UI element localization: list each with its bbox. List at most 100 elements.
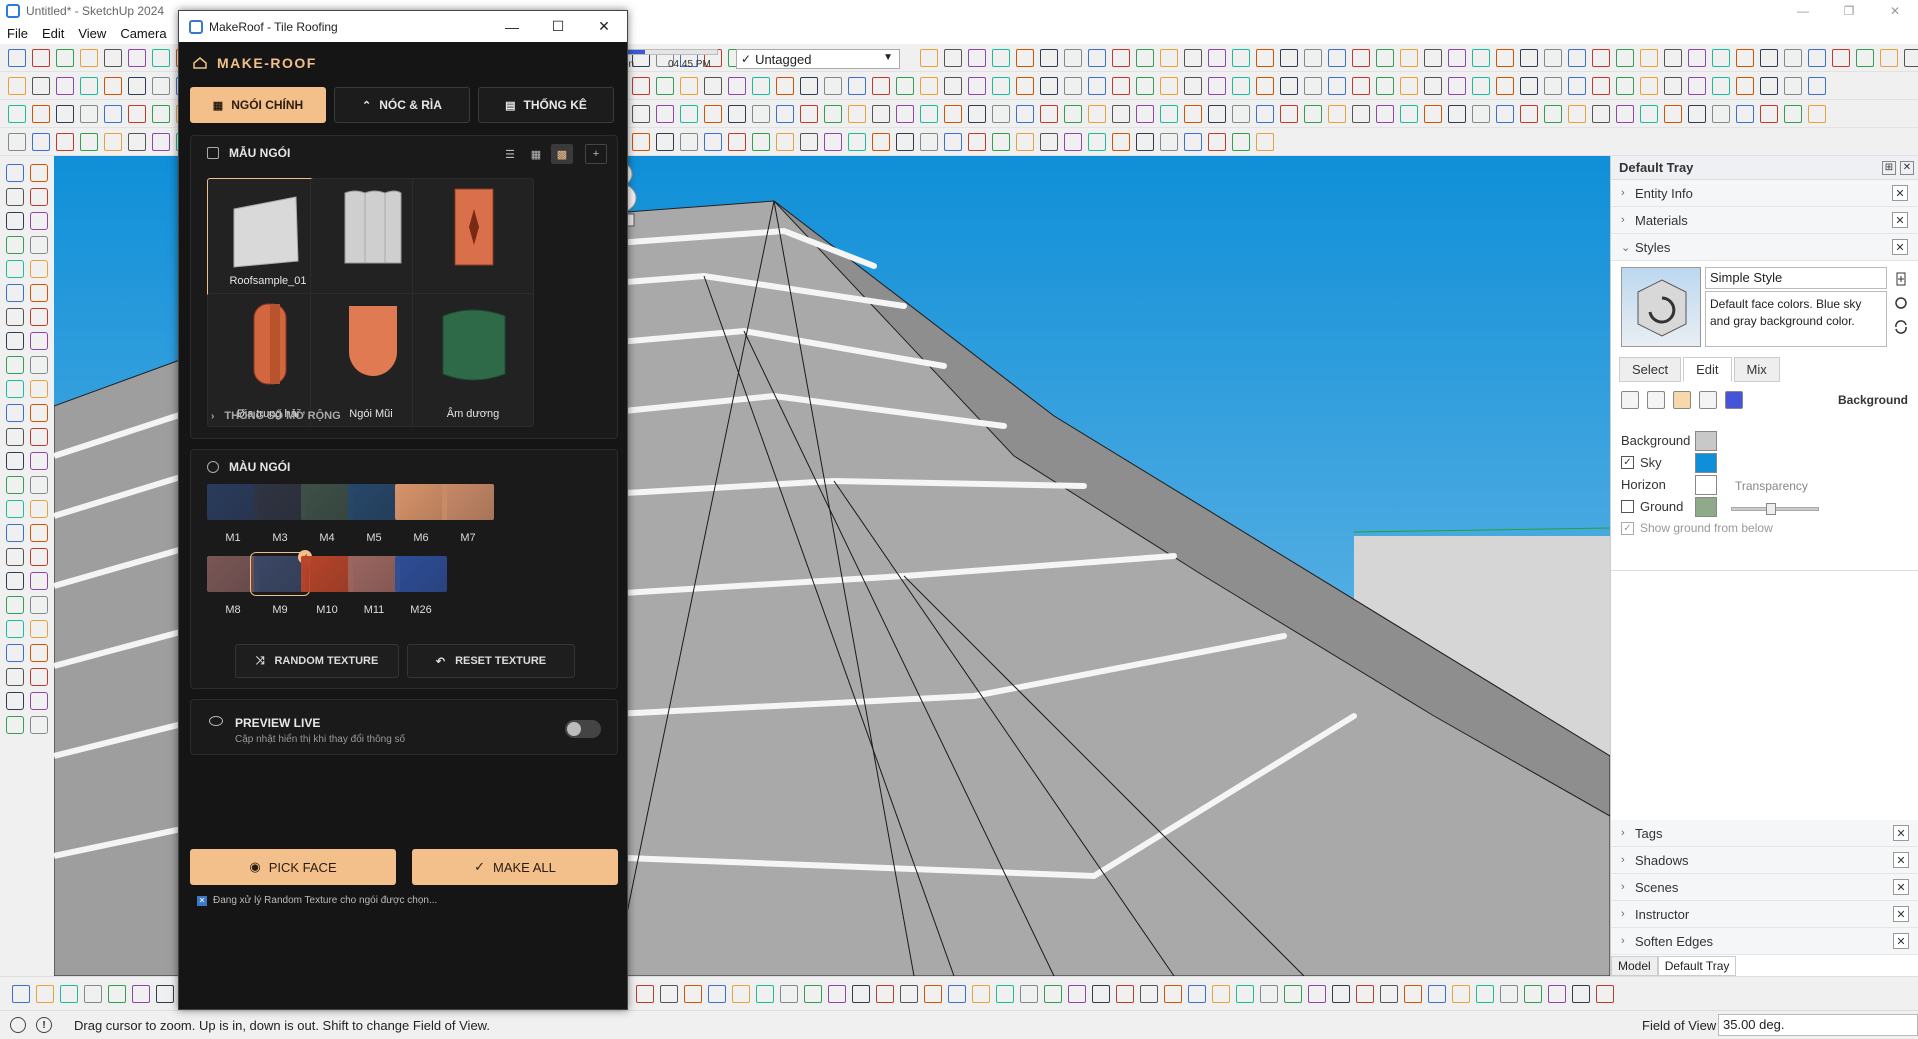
toolbar-tool-icon[interactable] — [1064, 133, 1082, 151]
toolbar-tool-icon[interactable] — [1160, 77, 1178, 95]
toolbar-tool-icon[interactable] — [1016, 133, 1034, 151]
toolbar-tool-icon[interactable] — [1448, 77, 1466, 95]
toolbar-tool-icon[interactable] — [1136, 49, 1154, 67]
bottom-tool-icon[interactable] — [1020, 985, 1038, 1003]
color-swatch[interactable] — [395, 556, 447, 592]
toolbar-tool-icon[interactable] — [1184, 105, 1202, 123]
left-tool-icon[interactable] — [30, 308, 48, 326]
toolbar-tool-icon[interactable] — [1664, 105, 1682, 123]
toolbar-tool-icon[interactable] — [1640, 77, 1658, 95]
geo-location-icon[interactable] — [10, 1017, 26, 1033]
tag-dropdown[interactable]: ✓ Untagged ▼ — [736, 49, 900, 69]
toolbar-tool-icon[interactable] — [1136, 133, 1154, 151]
bottom-tool-icon[interactable] — [804, 985, 822, 1003]
toolbar-tool-icon[interactable] — [1136, 105, 1154, 123]
toolbar-tool-icon[interactable] — [1496, 105, 1514, 123]
toolbar-tool-icon[interactable] — [56, 49, 74, 67]
bottom-tool-icon[interactable] — [948, 985, 966, 1003]
random-texture-button[interactable]: ⤨ RANDOM TEXTURE — [235, 644, 399, 678]
toolbar-tool-icon[interactable] — [1160, 49, 1178, 67]
toolbar-tool-icon[interactable] — [944, 105, 962, 123]
left-tool-icon[interactable] — [6, 476, 24, 494]
toolbar-tool-icon[interactable] — [1808, 105, 1826, 123]
toolbar-tool-icon[interactable] — [1160, 133, 1178, 151]
bottom-tool-icon[interactable] — [1236, 985, 1254, 1003]
toolbar-tool-icon[interactable] — [1208, 49, 1226, 67]
toolbar-tool-icon[interactable] — [1016, 49, 1034, 67]
bottom-tool-icon[interactable] — [1452, 985, 1470, 1003]
left-tool-icon[interactable] — [30, 548, 48, 566]
bottom-tool-icon[interactable] — [708, 985, 726, 1003]
color-swatch[interactable] — [395, 484, 447, 520]
toolbar-tool-icon[interactable] — [128, 49, 146, 67]
toolbar-tool-icon[interactable] — [1232, 77, 1250, 95]
left-tool-icon[interactable] — [6, 236, 24, 254]
color-swatch[interactable] — [207, 556, 259, 592]
edge-settings-icon[interactable] — [1621, 391, 1639, 409]
toolbar-tool-icon[interactable] — [80, 77, 98, 95]
toolbar-tool-icon[interactable] — [1400, 49, 1418, 67]
bottom-tool-icon[interactable] — [828, 985, 846, 1003]
bottom-tool-icon[interactable] — [84, 985, 102, 1003]
panel-styles[interactable]: ⌄ Styles ✕ — [1611, 234, 1918, 261]
left-tool-icon[interactable] — [6, 572, 24, 590]
toolbar-tool-icon[interactable] — [728, 133, 746, 151]
panel-close-icon[interactable]: ✕ — [1893, 825, 1909, 841]
color-swatch[interactable] — [301, 484, 353, 520]
panel-tags[interactable]: › Tags ✕ — [1611, 820, 1918, 847]
toolbar-tool-icon[interactable] — [8, 105, 26, 123]
toolbar-tool-icon[interactable] — [800, 77, 818, 95]
left-tool-icon[interactable] — [30, 668, 48, 686]
ground-color-swatch[interactable] — [1695, 497, 1717, 517]
toolbar-tool-icon[interactable] — [1616, 49, 1634, 67]
toolbar-tool-icon[interactable] — [1256, 105, 1274, 123]
color-swatch[interactable] — [348, 484, 400, 520]
toolbar-tool-icon[interactable] — [1088, 133, 1106, 151]
ground-checkbox[interactable] — [1621, 500, 1634, 513]
panel-materials[interactable]: › Materials ✕ — [1611, 207, 1918, 234]
bottom-tool-icon[interactable] — [36, 985, 54, 1003]
toolbar-tool-icon[interactable] — [1736, 105, 1754, 123]
toolbar-tool-icon[interactable] — [1256, 49, 1274, 67]
panel-soften-edges[interactable]: › Soften Edges ✕ — [1611, 928, 1918, 955]
toolbar-tool-icon[interactable] — [1040, 105, 1058, 123]
info-icon[interactable]: ! — [36, 1017, 52, 1033]
toolbar-tool-icon[interactable] — [1376, 77, 1394, 95]
left-tool-icon[interactable] — [6, 380, 24, 398]
bottom-tool-icon[interactable] — [1164, 985, 1182, 1003]
left-tool-icon[interactable] — [6, 356, 24, 374]
toolbar-tool-icon[interactable] — [128, 105, 146, 123]
left-tool-icon[interactable] — [6, 668, 24, 686]
left-tool-icon[interactable] — [30, 572, 48, 590]
toolbar-tool-icon[interactable] — [680, 77, 698, 95]
left-tool-icon[interactable] — [30, 164, 48, 182]
bottom-tool-icon[interactable] — [156, 985, 174, 1003]
toolbar-tool-icon[interactable] — [1688, 77, 1706, 95]
toolbar-tool-icon[interactable] — [1760, 105, 1778, 123]
toolbar-tool-icon[interactable] — [1112, 77, 1130, 95]
toolbar-tool-icon[interactable] — [1568, 77, 1586, 95]
toolbar-tool-icon[interactable] — [1808, 49, 1826, 67]
toolbar-tool-icon[interactable] — [704, 77, 722, 95]
toolbar-tool-icon[interactable] — [704, 105, 722, 123]
toolbar-tool-icon[interactable] — [1376, 49, 1394, 67]
bottom-tool-icon[interactable] — [924, 985, 942, 1003]
color-swatch[interactable] — [301, 556, 353, 592]
toolbar-tool-icon[interactable] — [1064, 77, 1082, 95]
toolbar-tool-icon[interactable] — [1712, 49, 1730, 67]
menu-camera[interactable]: Camera — [113, 26, 173, 41]
bottom-tool-icon[interactable] — [1332, 985, 1350, 1003]
panel-close-icon[interactable]: ✕ — [1892, 185, 1908, 201]
toolbar-tool-icon[interactable] — [1784, 105, 1802, 123]
toolbar-tool-icon[interactable] — [1712, 77, 1730, 95]
left-tool-icon[interactable] — [6, 212, 24, 230]
bottom-tool-icon[interactable] — [1140, 985, 1158, 1003]
refresh-icon[interactable] — [1893, 319, 1909, 335]
toolbar-tool-icon[interactable] — [656, 77, 674, 95]
bottom-tool-icon[interactable] — [996, 985, 1014, 1003]
bottom-tool-icon[interactable] — [900, 985, 918, 1003]
toolbar-tool-icon[interactable] — [752, 77, 770, 95]
toolbar-tool-icon[interactable] — [1808, 77, 1826, 95]
toolbar-tool-icon[interactable] — [1328, 49, 1346, 67]
toolbar-tool-icon[interactable] — [152, 77, 170, 95]
